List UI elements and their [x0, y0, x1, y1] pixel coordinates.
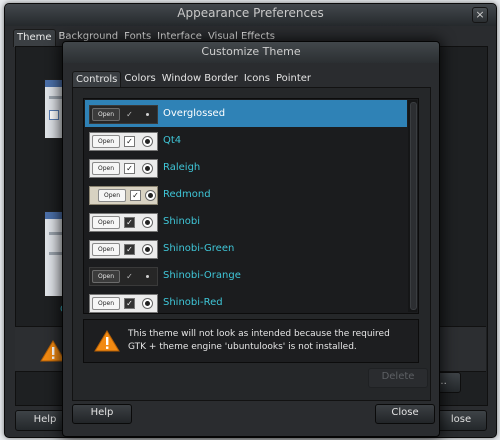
- preview-open-button: Open: [92, 243, 120, 256]
- radio-icon: [142, 136, 153, 147]
- dialog-title: Customize Theme: [63, 42, 439, 63]
- radio-icon: [142, 298, 153, 309]
- radio-icon: [142, 109, 153, 120]
- customize-theme-dialog: Customize Theme Controls Colors Window B…: [62, 41, 440, 437]
- radio-icon: [142, 217, 153, 228]
- radio-icon: [142, 163, 153, 174]
- tab-pointer[interactable]: Pointer: [273, 71, 314, 87]
- theme-preview: Open ✓: [89, 132, 158, 151]
- check-icon: ✓: [124, 298, 135, 309]
- check-icon: ✓: [126, 110, 133, 119]
- theme-row[interactable]: Open ✓ Shinobi-Green: [85, 235, 407, 262]
- preview-open-button: Open: [92, 108, 120, 121]
- radio-icon: [142, 271, 153, 282]
- controls-page: Open ✓ Overglossed Open ✓ Qt4 Open ✓ Ral…: [72, 87, 431, 401]
- tab-window-border[interactable]: Window Border: [159, 71, 241, 87]
- theme-preview: Open ✓: [89, 186, 158, 205]
- preview-open-button: Open: [92, 297, 120, 310]
- warning-icon: [94, 330, 120, 352]
- tab-colors[interactable]: Colors: [121, 71, 158, 87]
- delete-button[interactable]: Delete: [368, 368, 428, 388]
- theme-row[interactable]: Open ✓ Qt4: [85, 127, 407, 154]
- theme-name: Shinobi: [163, 216, 201, 227]
- help-button[interactable]: Help: [72, 404, 132, 424]
- tab-icons[interactable]: Icons: [241, 71, 273, 87]
- tab-controls[interactable]: Controls: [72, 71, 122, 88]
- theme-name: Redmond: [163, 189, 211, 200]
- theme-preview: Open ✓: [89, 159, 158, 178]
- theme-name: Shinobi-Orange: [163, 270, 241, 281]
- window-title: Appearance Preferences: [5, 4, 496, 26]
- scrollbar-thumb[interactable]: [410, 102, 417, 310]
- preview-open-button: Open: [92, 135, 120, 148]
- theme-name: Raleigh: [163, 162, 201, 173]
- theme-preview: Open ✓: [89, 240, 158, 259]
- preview-open-button: Open: [92, 216, 120, 229]
- vertical-scrollbar[interactable]: [408, 100, 417, 312]
- theme-name: Shinobi-Green: [163, 243, 235, 254]
- theme-preview: Open ✓: [89, 267, 158, 286]
- close-icon[interactable]: ×: [472, 7, 488, 23]
- theme-name: Overglossed: [163, 108, 226, 119]
- radio-icon: [142, 244, 153, 255]
- radio-icon: [145, 190, 156, 201]
- check-icon: ✓: [126, 272, 133, 281]
- theme-row[interactable]: Open ✓ Shinobi-Orange: [85, 262, 407, 289]
- theme-preview: Open ✓: [89, 294, 158, 313]
- check-icon: ✓: [124, 163, 135, 174]
- theme-row[interactable]: Open ✓ Shinobi-Red: [85, 289, 407, 313]
- tab-theme[interactable]: Theme: [13, 29, 56, 47]
- theme-name: Shinobi-Red: [163, 297, 223, 308]
- theme-list[interactable]: Open ✓ Overglossed Open ✓ Qt4 Open ✓ Ral…: [83, 98, 419, 314]
- customize-tabs: Controls Colors Window Border Icons Poin…: [72, 71, 430, 88]
- theme-preview: Open ✓: [89, 213, 158, 232]
- check-icon: ✓: [124, 136, 135, 147]
- check-icon: ✓: [130, 190, 141, 201]
- theme-row[interactable]: Open ✓ Shinobi: [85, 208, 407, 235]
- theme-row[interactable]: Open ✓ Redmond: [85, 181, 407, 208]
- warning-box: This theme will not look as intended bec…: [83, 319, 419, 363]
- preview-open-button: Open: [98, 189, 126, 202]
- theme-row[interactable]: Open ✓ Raleigh: [85, 154, 407, 181]
- preview-open-button: Open: [92, 270, 120, 283]
- preview-open-button: Open: [92, 162, 120, 175]
- warning-message: This theme will not look as intended bec…: [128, 329, 390, 352]
- check-icon: ✓: [124, 244, 135, 255]
- theme-name: Qt4: [163, 135, 182, 146]
- theme-row[interactable]: Open ✓ Overglossed: [85, 100, 407, 127]
- theme-preview: Open ✓: [89, 105, 158, 124]
- check-icon: ✓: [124, 217, 135, 228]
- close-button[interactable]: lose: [435, 410, 487, 431]
- close-button[interactable]: Close: [375, 404, 435, 424]
